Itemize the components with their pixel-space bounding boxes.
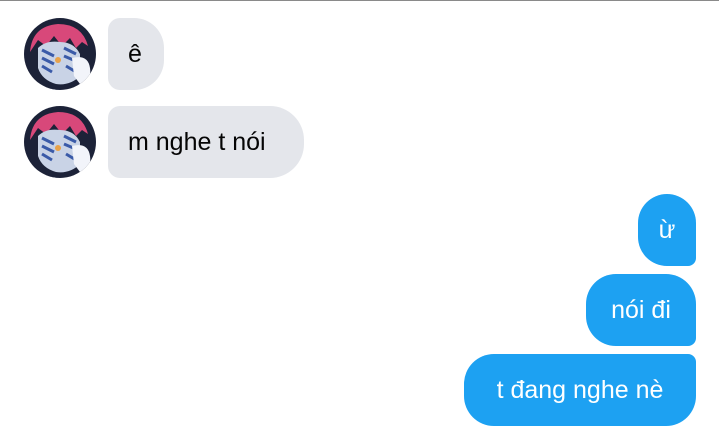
outgoing-message-bubble[interactable]: t đang nghe nè [464, 354, 696, 426]
top-divider [0, 0, 719, 1]
message-text: ừ [658, 216, 676, 244]
outgoing-message-bubble[interactable]: ừ [638, 194, 696, 266]
message-text: m nghe t nói [128, 128, 266, 156]
outgoing-message-bubble[interactable]: nói đi [586, 274, 696, 346]
message-text: t đang nghe nè [496, 376, 664, 404]
message-text: ê [128, 40, 142, 68]
message-text: nói đi [611, 296, 671, 324]
incoming-message-bubble[interactable]: m nghe t nói [108, 106, 304, 178]
contact-avatar-icon[interactable] [24, 106, 96, 178]
contact-avatar-icon[interactable] [24, 18, 96, 90]
incoming-message-bubble[interactable]: ê [108, 18, 164, 90]
